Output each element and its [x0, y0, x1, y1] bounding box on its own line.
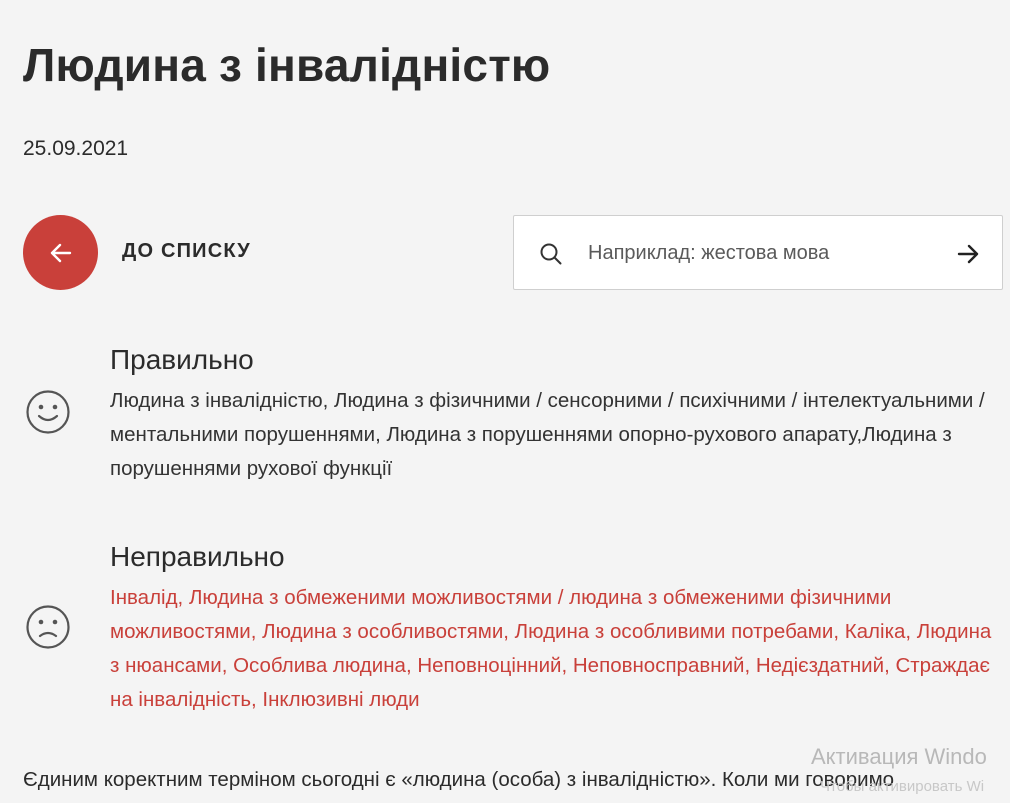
activation-watermark: Активация Windo: [811, 744, 987, 769]
search-icon: [540, 243, 562, 265]
smile-icon: [26, 390, 70, 434]
correct-heading: Правильно: [110, 344, 254, 375]
incorrect-terms: Інвалід, Людина з обмеженими можливостям…: [110, 586, 992, 711]
search-input[interactable]: [588, 234, 928, 272]
frown-icon: [26, 605, 70, 649]
back-to-list-link[interactable]: ДО СПИСКУ: [122, 240, 251, 263]
publication-date: 25.09.2021: [23, 137, 129, 160]
back-button[interactable]: [23, 215, 98, 290]
activation-watermark-sub: Чтобы активировать Wi: [820, 778, 985, 795]
search-submit-button[interactable]: [954, 240, 982, 268]
incorrect-heading: Неправильно: [110, 541, 285, 572]
arrow-left-icon: [50, 243, 71, 262]
search-box: [513, 215, 1003, 290]
page: Людина з інвалідністю 25.09.2021 ДО СПИС…: [0, 0, 1010, 803]
page-title: Людина з інвалідністю: [23, 39, 551, 91]
article-paragraph: Єдиним коректним терміном сьогодні є «лю…: [23, 768, 895, 791]
arrow-right-icon: [957, 244, 979, 264]
correct-terms: Людина з інвалідністю, Людина з фізичним…: [110, 389, 985, 480]
